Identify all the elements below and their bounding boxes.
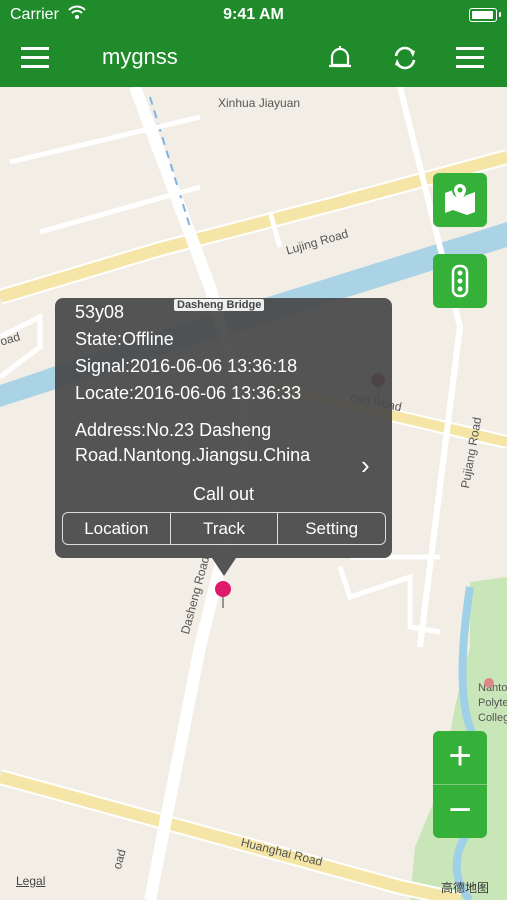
zoom-control: + − — [433, 731, 487, 838]
device-name: 53y08 — [75, 302, 125, 322]
battery-icon — [469, 8, 497, 22]
signal-time: Signal:2016-06-06 13:36:18 — [75, 356, 298, 376]
map-label-college: Colleg — [478, 712, 507, 724]
track-button[interactable]: Track — [169, 513, 278, 544]
traffic-light-icon — [451, 264, 469, 298]
menu-icon[interactable] — [18, 40, 54, 76]
address-line-2: Road.Nantong.Jiangsu.China — [75, 445, 311, 465]
bell-icon[interactable] — [322, 40, 358, 76]
map-label-polytech: Polytech — [478, 697, 507, 709]
address-line-1: Address:No.23 Dasheng — [75, 420, 272, 440]
locate-time: Locate:2016-06-06 13:36:33 — [75, 383, 302, 403]
list-menu-icon[interactable] — [453, 40, 489, 76]
zoom-out-button[interactable]: − — [433, 785, 487, 838]
map-type-button[interactable] — [433, 173, 487, 227]
map-provider-label: 高德地图 — [441, 881, 490, 895]
college-poi-icon — [484, 678, 494, 688]
popup-pointer — [212, 558, 236, 576]
status-bar: Carrier 9:41 AM — [0, 0, 507, 30]
chevron-right-icon[interactable]: › — [361, 450, 370, 481]
legal-link[interactable]: Legal — [16, 874, 45, 888]
zoom-in-button[interactable]: + — [433, 731, 487, 784]
refresh-icon[interactable] — [387, 40, 423, 76]
map-layer-icon — [445, 182, 475, 215]
device-info-popup: 53y08 State:Offline Signal:2016-06-06 13… — [55, 298, 392, 558]
map-label-xinhua: Xinhua Jiayuan — [218, 96, 301, 110]
clock: 9:41 AM — [223, 6, 284, 23]
traffic-button[interactable] — [433, 254, 487, 308]
location-button[interactable]: Location — [63, 513, 170, 544]
popup-action-bar: Location Track Setting — [62, 512, 386, 545]
call-out-button[interactable]: Call out — [55, 484, 392, 505]
app-title: mygnss — [102, 44, 178, 69]
setting-button[interactable]: Setting — [277, 513, 385, 544]
device-state: State:Offline — [75, 329, 174, 349]
map-label-bridge: Dasheng Bridge — [174, 299, 265, 311]
header-bar: mygnss — [0, 30, 507, 87]
selected-device-pin-icon[interactable] — [213, 579, 233, 609]
